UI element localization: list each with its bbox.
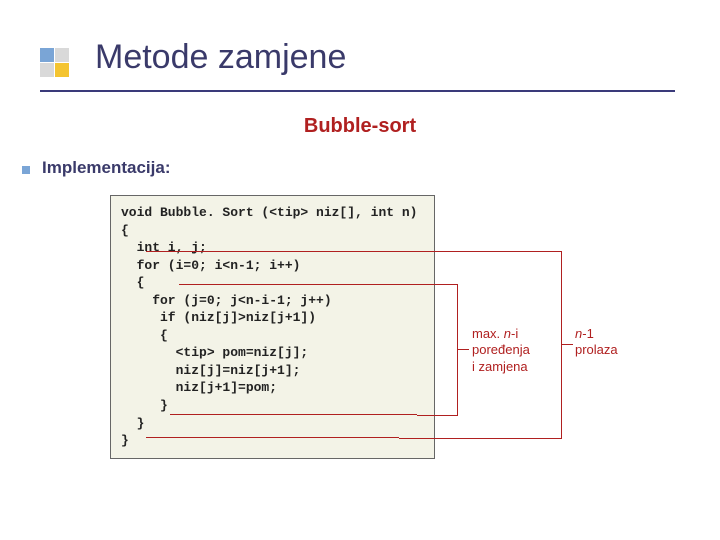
logo-square <box>55 63 69 77</box>
title-underline <box>40 90 675 92</box>
bracket-line <box>146 251 399 252</box>
bracket-line <box>561 344 573 345</box>
annotation-inner: max. n-i poređenja i zamjena <box>472 326 530 375</box>
code-block: void Bubble. Sort (<tip> niz[], int n) {… <box>110 195 435 459</box>
annotation-text: -i <box>511 326 518 341</box>
logo-square <box>55 48 69 62</box>
annotation-text: i zamjena <box>472 359 528 374</box>
annotation-text: poređenja <box>472 342 530 357</box>
logo-square <box>40 48 54 62</box>
subtitle: Bubble-sort <box>0 115 720 138</box>
annotation-text: prolaza <box>575 342 618 357</box>
page-title: Metode zamjene <box>95 38 346 77</box>
annotation-outer: n-1 prolaza <box>575 326 618 359</box>
slide-logo <box>40 48 70 78</box>
bracket-line <box>179 284 417 285</box>
bracket-line <box>146 437 399 438</box>
section-heading: Implementacija: <box>42 158 171 178</box>
annotation-text: max. <box>472 326 504 341</box>
bullet-icon <box>22 166 30 174</box>
annotation-text: n <box>504 326 511 341</box>
annotation-text: -1 <box>582 326 594 341</box>
logo-square <box>40 63 54 77</box>
code-text: void Bubble. Sort (<tip> niz[], int n) {… <box>121 204 424 450</box>
bracket-line <box>170 414 417 415</box>
